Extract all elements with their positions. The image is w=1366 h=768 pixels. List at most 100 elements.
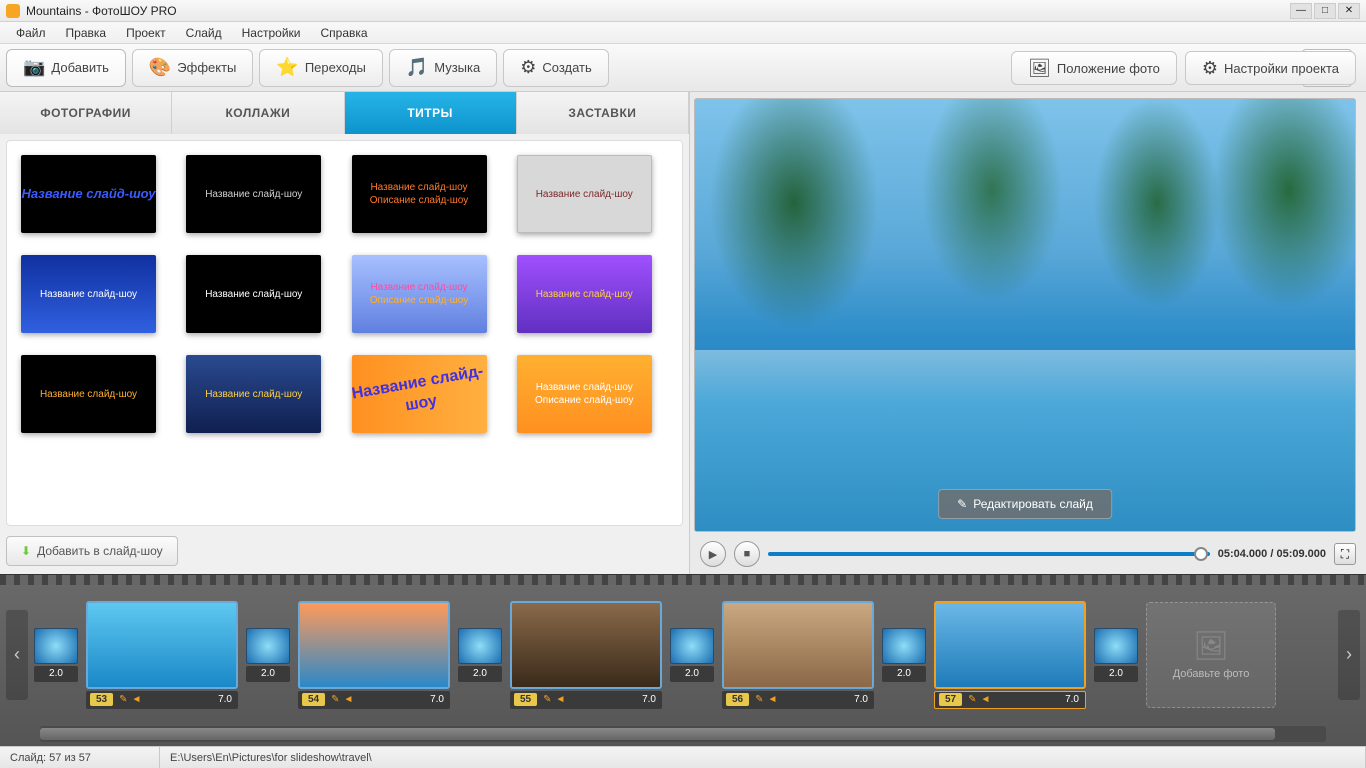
slide-number: 57 [939, 693, 962, 706]
transition-thumb[interactable] [246, 628, 290, 664]
pencil-icon[interactable]: ✎ [119, 694, 127, 705]
title-template[interactable]: Название слайд-шоу [186, 355, 321, 433]
progress-knob[interactable] [1194, 547, 1208, 561]
title-template[interactable]: Название слайд-шоу [352, 355, 487, 433]
title-template[interactable]: Название слайд-шоу [186, 255, 321, 333]
timeline-scrollbar[interactable] [40, 726, 1326, 742]
slide-thumb[interactable] [86, 601, 238, 689]
menubar: Файл Правка Проект Слайд Настройки Справ… [0, 22, 1366, 44]
timeline-slide[interactable]: 57✎◄7.0 [934, 601, 1086, 709]
transitions-button[interactable]: ⭐ Переходы [259, 49, 382, 87]
add-to-slideshow-button[interactable]: ⬇ Добавить в слайд-шоу [6, 536, 178, 566]
transitions-label: Переходы [305, 60, 366, 75]
status-path: E:\Users\En\Pictures\for slideshow\trave… [160, 747, 1366, 768]
transition-chip[interactable]: 2.0 [246, 628, 290, 682]
timeline-scrollbar-thumb[interactable] [40, 728, 1275, 740]
menu-edit[interactable]: Правка [56, 23, 117, 43]
add-photo-placeholder[interactable]: 🖼Добавьте фото [1146, 602, 1276, 708]
title-template[interactable]: Название слайд-шоуОписание слайд-шоу [352, 255, 487, 333]
title-template[interactable]: Название слайд-шоуОписание слайд-шоу [352, 155, 487, 233]
music-button[interactable]: 🎵 Музыка [389, 49, 497, 87]
slide-number: 55 [514, 693, 537, 706]
title-template[interactable]: Название слайд-шоу [21, 155, 156, 233]
photo-position-label: Положение фото [1057, 61, 1160, 76]
timeline-slide[interactable]: 55✎◄7.0 [510, 601, 662, 709]
effects-button[interactable]: 🎨 Эффекты [132, 49, 254, 87]
title-template[interactable]: Название слайд-шоу [517, 155, 652, 233]
window-title: Mountains - ФотоШОУ PRO [26, 4, 177, 18]
pencil-icon[interactable]: ✎ [755, 694, 763, 705]
pencil-icon[interactable]: ✎ [968, 694, 976, 705]
photo-position-button[interactable]: 🖼 Положение фото [1011, 51, 1177, 85]
transition-chip[interactable]: 2.0 [34, 628, 78, 682]
slide-info-bar: 56✎◄7.0 [722, 691, 874, 709]
timeline-next-button[interactable]: › [1338, 610, 1360, 700]
play-button[interactable]: ▶ [700, 541, 726, 567]
slide-thumb[interactable] [510, 601, 662, 689]
statusbar: Слайд: 57 из 57 E:\Users\En\Pictures\for… [0, 746, 1366, 768]
progress-bar[interactable] [768, 552, 1210, 556]
title-template[interactable]: Название слайд-шоуОписание слайд-шоу [517, 355, 652, 433]
template-title-line: Название слайд-шоу [536, 381, 633, 394]
slide-thumb[interactable] [722, 601, 874, 689]
add-photo-label: Добавьте фото [1173, 668, 1250, 680]
menu-settings[interactable]: Настройки [232, 23, 311, 43]
transition-thumb[interactable] [34, 628, 78, 664]
template-title-line: Название слайд-шоу [40, 388, 137, 401]
transition-thumb[interactable] [458, 628, 502, 664]
stop-button[interactable]: ■ [734, 541, 760, 567]
effects-label: Эффекты [177, 60, 236, 75]
transition-thumb[interactable] [670, 628, 714, 664]
template-title-line: Название слайд-шоу [205, 288, 302, 301]
slide-thumb[interactable] [298, 601, 450, 689]
project-settings-button[interactable]: ⚙ Настройки проекта [1185, 51, 1356, 85]
slide-thumb[interactable] [934, 601, 1086, 689]
minimize-button[interactable]: — [1290, 3, 1312, 19]
pencil-icon[interactable]: ✎ [543, 694, 551, 705]
subtab-titles[interactable]: ТИТРЫ [345, 92, 517, 134]
title-template[interactable]: Название слайд-шоу [21, 255, 156, 333]
photo-icon: 🖼 [1028, 58, 1051, 79]
edit-slide-button[interactable]: ✎ Редактировать слайд [938, 489, 1112, 519]
slide-number: 53 [90, 693, 113, 706]
transition-chip[interactable]: 2.0 [458, 628, 502, 682]
title-template[interactable]: Название слайд-шоу [21, 355, 156, 433]
title-template[interactable]: Название слайд-шоу [517, 255, 652, 333]
subtab-intros[interactable]: ЗАСТАВКИ [517, 92, 689, 134]
maximize-button[interactable]: □ [1314, 3, 1336, 19]
subtab-photos[interactable]: ФОТОГРАФИИ [0, 92, 172, 134]
transition-chip[interactable]: 2.0 [1094, 628, 1138, 682]
menu-help[interactable]: Справка [310, 23, 377, 43]
transition-thumb[interactable] [882, 628, 926, 664]
transition-thumb[interactable] [1094, 628, 1138, 664]
transition-duration: 2.0 [1094, 666, 1138, 682]
sound-icon[interactable]: ◄ [344, 694, 354, 705]
sound-icon[interactable]: ◄ [981, 694, 991, 705]
timeline-slide[interactable]: 56✎◄7.0 [722, 601, 874, 709]
pencil-icon[interactable]: ✎ [331, 694, 339, 705]
menu-file[interactable]: Файл [6, 23, 56, 43]
timeline-slide[interactable]: 53✎◄7.0 [86, 601, 238, 709]
sound-icon[interactable]: ◄ [556, 694, 566, 705]
subtab-collages[interactable]: КОЛЛАЖИ [172, 92, 344, 134]
transition-chip[interactable]: 2.0 [882, 628, 926, 682]
menu-slide[interactable]: Слайд [176, 23, 232, 43]
title-gallery[interactable]: Название слайд-шоуНазвание слайд-шоуНазв… [6, 140, 683, 526]
add-button[interactable]: 📷 Добавить [6, 49, 126, 87]
fullscreen-button[interactable]: ⛶ [1334, 543, 1356, 565]
sound-icon[interactable]: ◄ [768, 694, 778, 705]
preview-area[interactable]: ✎ Редактировать слайд [694, 98, 1356, 532]
close-button[interactable]: ✕ [1338, 3, 1360, 19]
menu-project[interactable]: Проект [116, 23, 176, 43]
timeline-prev-button[interactable]: ‹ [6, 610, 28, 700]
star-icon: ⭐ [276, 57, 298, 78]
timeline-track[interactable]: ‹ 2.053✎◄7.02.054✎◄7.02.055✎◄7.02.056✎◄7… [0, 585, 1366, 724]
transition-chip[interactable]: 2.0 [670, 628, 714, 682]
slide-info-bar: 53✎◄7.0 [86, 691, 238, 709]
sound-icon[interactable]: ◄ [132, 694, 142, 705]
create-button[interactable]: ⚙ Создать [503, 49, 609, 87]
timeline-slide[interactable]: 54✎◄7.0 [298, 601, 450, 709]
slide-duration: 7.0 [430, 694, 450, 705]
title-template[interactable]: Название слайд-шоу [186, 155, 321, 233]
add-label: Добавить [51, 60, 108, 75]
